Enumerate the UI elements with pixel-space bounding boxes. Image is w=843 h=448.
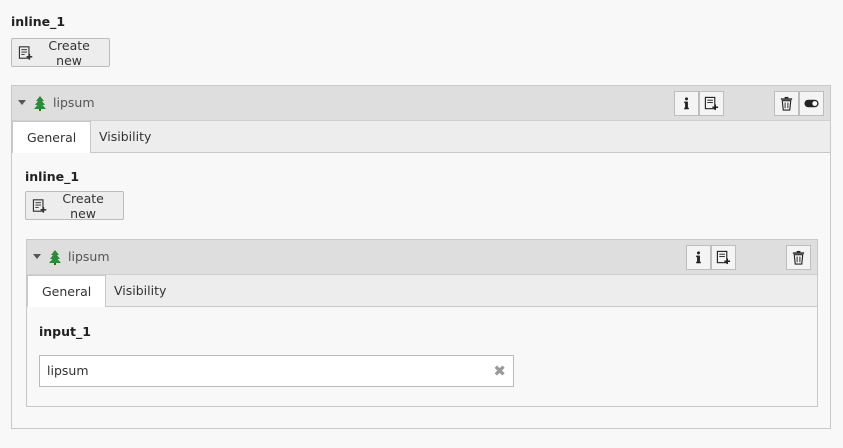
outer-create-new-button[interactable]: Create new xyxy=(11,37,110,68)
input-1-field[interactable]: lipsum ✖ xyxy=(39,355,514,387)
outer-create-new-label: Create new xyxy=(48,37,90,68)
outer-field-label: inline_1 xyxy=(11,14,66,29)
outer-tab-general[interactable]: General xyxy=(12,121,92,154)
inner-tab-visibility[interactable]: Visibility xyxy=(100,275,180,307)
outer-record-header[interactable]: lipsum xyxy=(12,86,830,121)
input-1-value: lipsum xyxy=(47,363,89,378)
outer-record-panel: lipsum General Visibility inline_1 Creat… xyxy=(11,85,831,429)
collapse-caret-icon[interactable] xyxy=(18,100,26,105)
inner-tab-general[interactable]: General xyxy=(27,275,107,308)
tree-icon xyxy=(34,96,46,111)
info-icon xyxy=(684,97,689,110)
inner-record-panel: lipsum General Visibility input_1 lipsum… xyxy=(26,239,818,407)
hide-toggle-button[interactable] xyxy=(799,91,824,116)
inner-field-label: inline_1 xyxy=(25,169,80,184)
outer-tab-content: inline_1 Create new lipsum General Visib… xyxy=(12,153,830,428)
toggle-icon xyxy=(804,99,819,108)
inner-tab-content: input_1 lipsum ✖ xyxy=(27,307,817,406)
outer-tab-bar: General Visibility xyxy=(12,121,830,154)
inner-tab-bar: General Visibility xyxy=(27,275,817,308)
input-1-label: input_1 xyxy=(39,324,91,339)
info-button[interactable] xyxy=(674,91,699,116)
trash-icon xyxy=(792,250,805,265)
delete-button[interactable] xyxy=(774,91,799,116)
info-button[interactable] xyxy=(686,245,711,270)
new-record-after-icon xyxy=(716,250,731,265)
delete-button[interactable] xyxy=(786,245,811,270)
tree-icon xyxy=(49,250,61,265)
inner-record-header[interactable]: lipsum xyxy=(27,240,817,275)
inner-record-title: lipsum xyxy=(68,249,110,264)
inner-create-new-label: Create new xyxy=(62,190,104,221)
new-record-icon xyxy=(18,45,33,60)
outer-record-title: lipsum xyxy=(53,95,95,110)
info-icon xyxy=(696,251,701,264)
outer-tab-visibility[interactable]: Visibility xyxy=(85,121,165,153)
trash-icon xyxy=(780,96,793,111)
inner-create-new-button[interactable]: Create new xyxy=(25,190,124,221)
new-record-after-button[interactable] xyxy=(699,91,724,116)
new-record-after-icon xyxy=(704,96,719,111)
new-record-icon xyxy=(32,198,47,213)
new-record-after-button[interactable] xyxy=(711,245,736,270)
collapse-caret-icon[interactable] xyxy=(33,254,41,259)
clear-icon[interactable]: ✖ xyxy=(493,356,506,386)
